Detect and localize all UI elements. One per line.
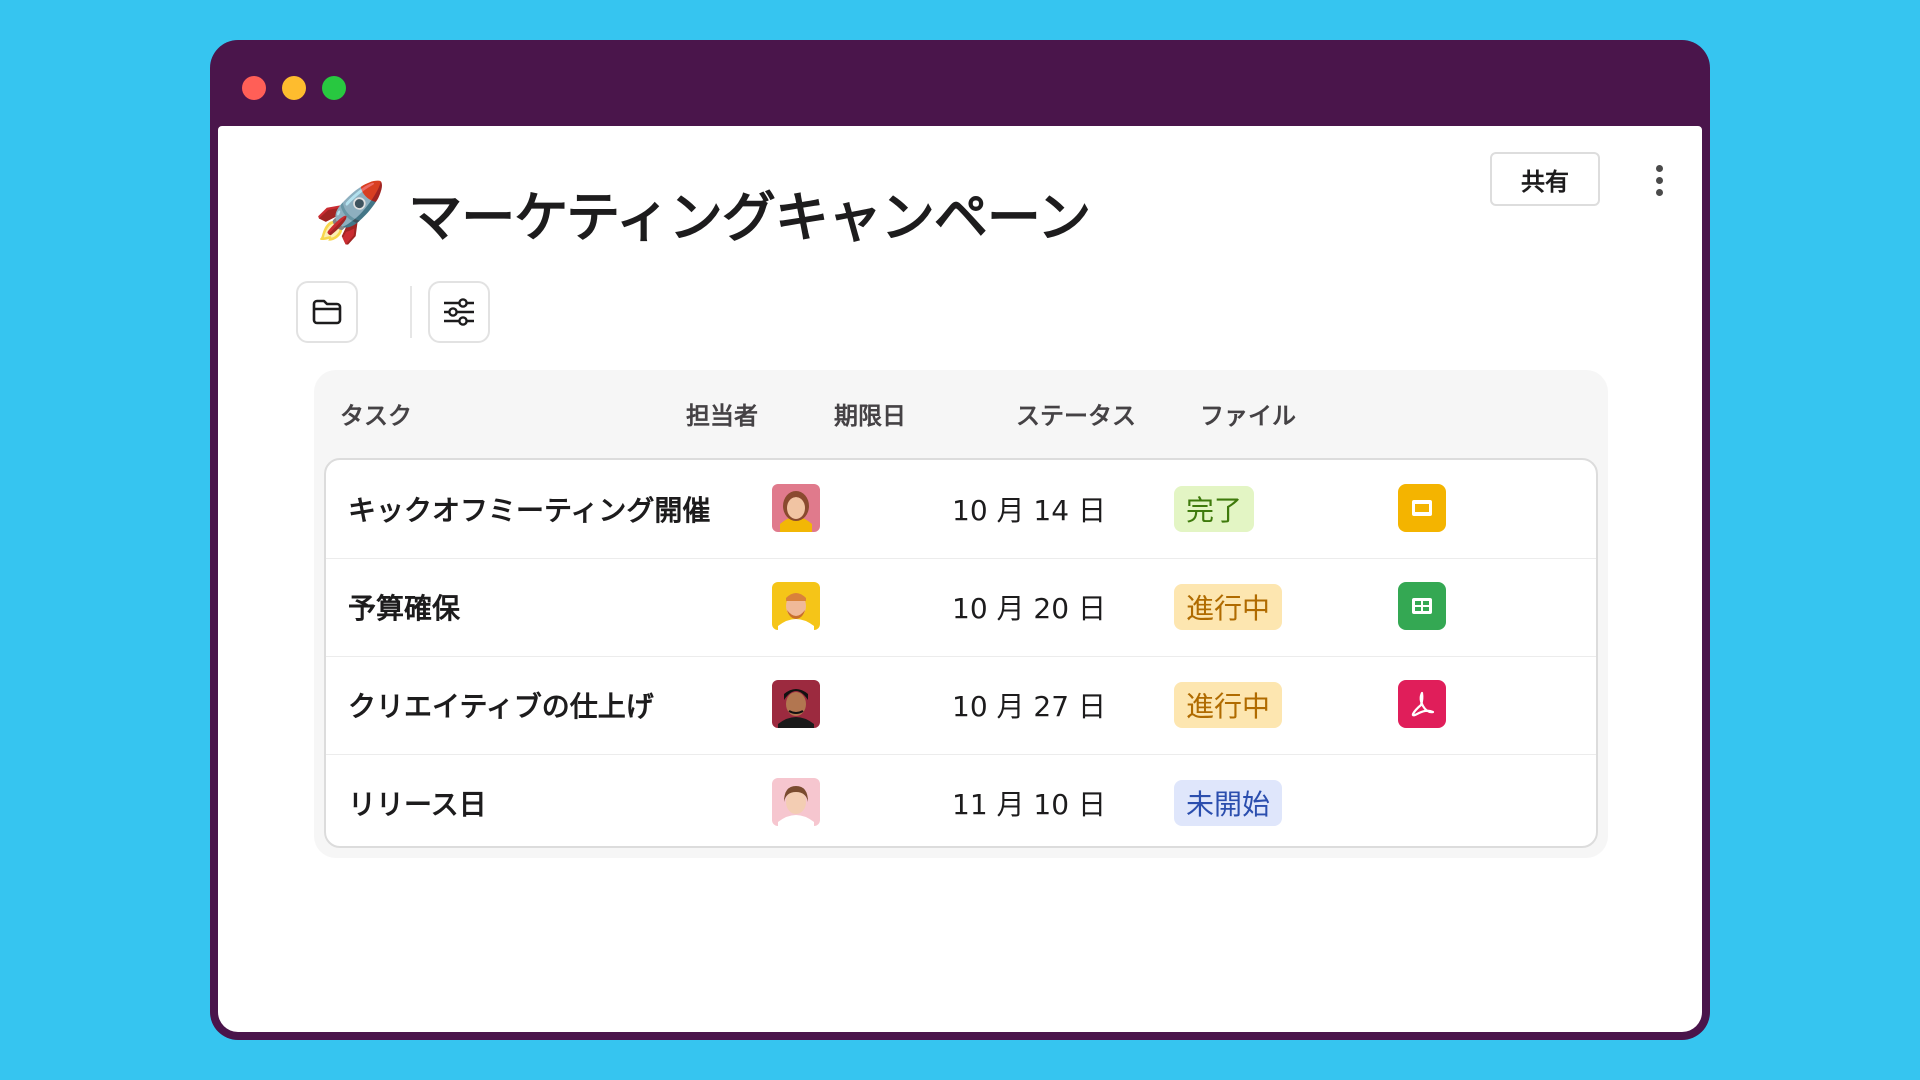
page-title: 🚀 マーケティングキャンペーン [314, 172, 1091, 252]
minimize-window-button[interactable] [282, 76, 306, 100]
sliders-icon [444, 298, 474, 326]
column-header-due: 期限日 [834, 402, 906, 430]
status-badge[interactable]: 完了 [1174, 486, 1255, 532]
maximize-window-button[interactable] [322, 76, 346, 100]
avatar-man-dark-hair-icon [772, 680, 820, 728]
table-body: キックオフミーティング開催 10 月 14 日 完了 予算確保 10 月 20 … [324, 458, 1598, 848]
table-row[interactable]: リリース日 11 月 10 日 未開始 [326, 754, 1596, 846]
avatar-woman-brown-hair-icon [772, 484, 820, 532]
status-badge[interactable]: 進行中 [1174, 584, 1283, 630]
avatar[interactable] [772, 484, 820, 532]
task-name[interactable]: キックオフミーティング開催 [348, 460, 710, 558]
google-slides-icon[interactable] [1398, 484, 1446, 532]
rocket-emoji-icon: 🚀 [314, 178, 387, 246]
status-badge[interactable]: 進行中 [1174, 682, 1283, 728]
column-header-task: タスク [340, 402, 412, 430]
avatar[interactable] [772, 778, 820, 826]
task-table: タスク 担当者 期限日 ステータス ファイル キックオフミーティング開催 10 … [314, 370, 1608, 858]
table-row[interactable]: キックオフミーティング開催 10 月 14 日 完了 [326, 460, 1596, 559]
avatar-man-blond-beard-icon [772, 582, 820, 630]
share-button[interactable]: 共有 [1490, 152, 1600, 206]
task-name[interactable]: 予算確保 [348, 558, 460, 656]
task-name[interactable]: クリエイティブの仕上げ [348, 656, 654, 754]
avatar[interactable] [772, 680, 820, 728]
column-header-assignee: 担当者 [686, 402, 758, 430]
page-title-text: マーケティングキャンペーン [408, 185, 1091, 249]
window-controls [242, 76, 346, 100]
table-row[interactable]: クリエイティブの仕上げ 10 月 27 日 進行中 [326, 656, 1596, 755]
app-window: 🚀 マーケティングキャンペーン 共有 タスク 担当者 期限日 ステータス ファイ… [210, 40, 1710, 1040]
due-date: 10 月 20 日 [952, 592, 1106, 625]
close-window-button[interactable] [242, 76, 266, 100]
toolbar-divider [410, 286, 412, 338]
pdf-icon[interactable] [1398, 680, 1446, 728]
folder-icon [312, 299, 342, 325]
table-row[interactable]: 予算確保 10 月 20 日 進行中 [326, 558, 1596, 657]
status-badge[interactable]: 未開始 [1174, 780, 1283, 826]
due-date: 10 月 14 日 [952, 494, 1106, 527]
filter-button[interactable] [428, 281, 490, 343]
column-header-file: ファイル [1200, 402, 1296, 430]
due-date: 11 月 10 日 [952, 788, 1106, 821]
due-date: 10 月 27 日 [952, 690, 1106, 723]
avatar[interactable] [772, 582, 820, 630]
canvas-content: 🚀 マーケティングキャンペーン 共有 タスク 担当者 期限日 ステータス ファイ… [218, 126, 1702, 1032]
folder-button[interactable] [296, 281, 358, 343]
google-sheets-icon[interactable] [1398, 582, 1446, 630]
column-header-status: ステータス [1016, 402, 1136, 430]
vertical-ellipsis-icon[interactable] [1644, 160, 1674, 200]
avatar-woman-short-hair-icon [772, 778, 820, 826]
task-name[interactable]: リリース日 [348, 754, 487, 846]
